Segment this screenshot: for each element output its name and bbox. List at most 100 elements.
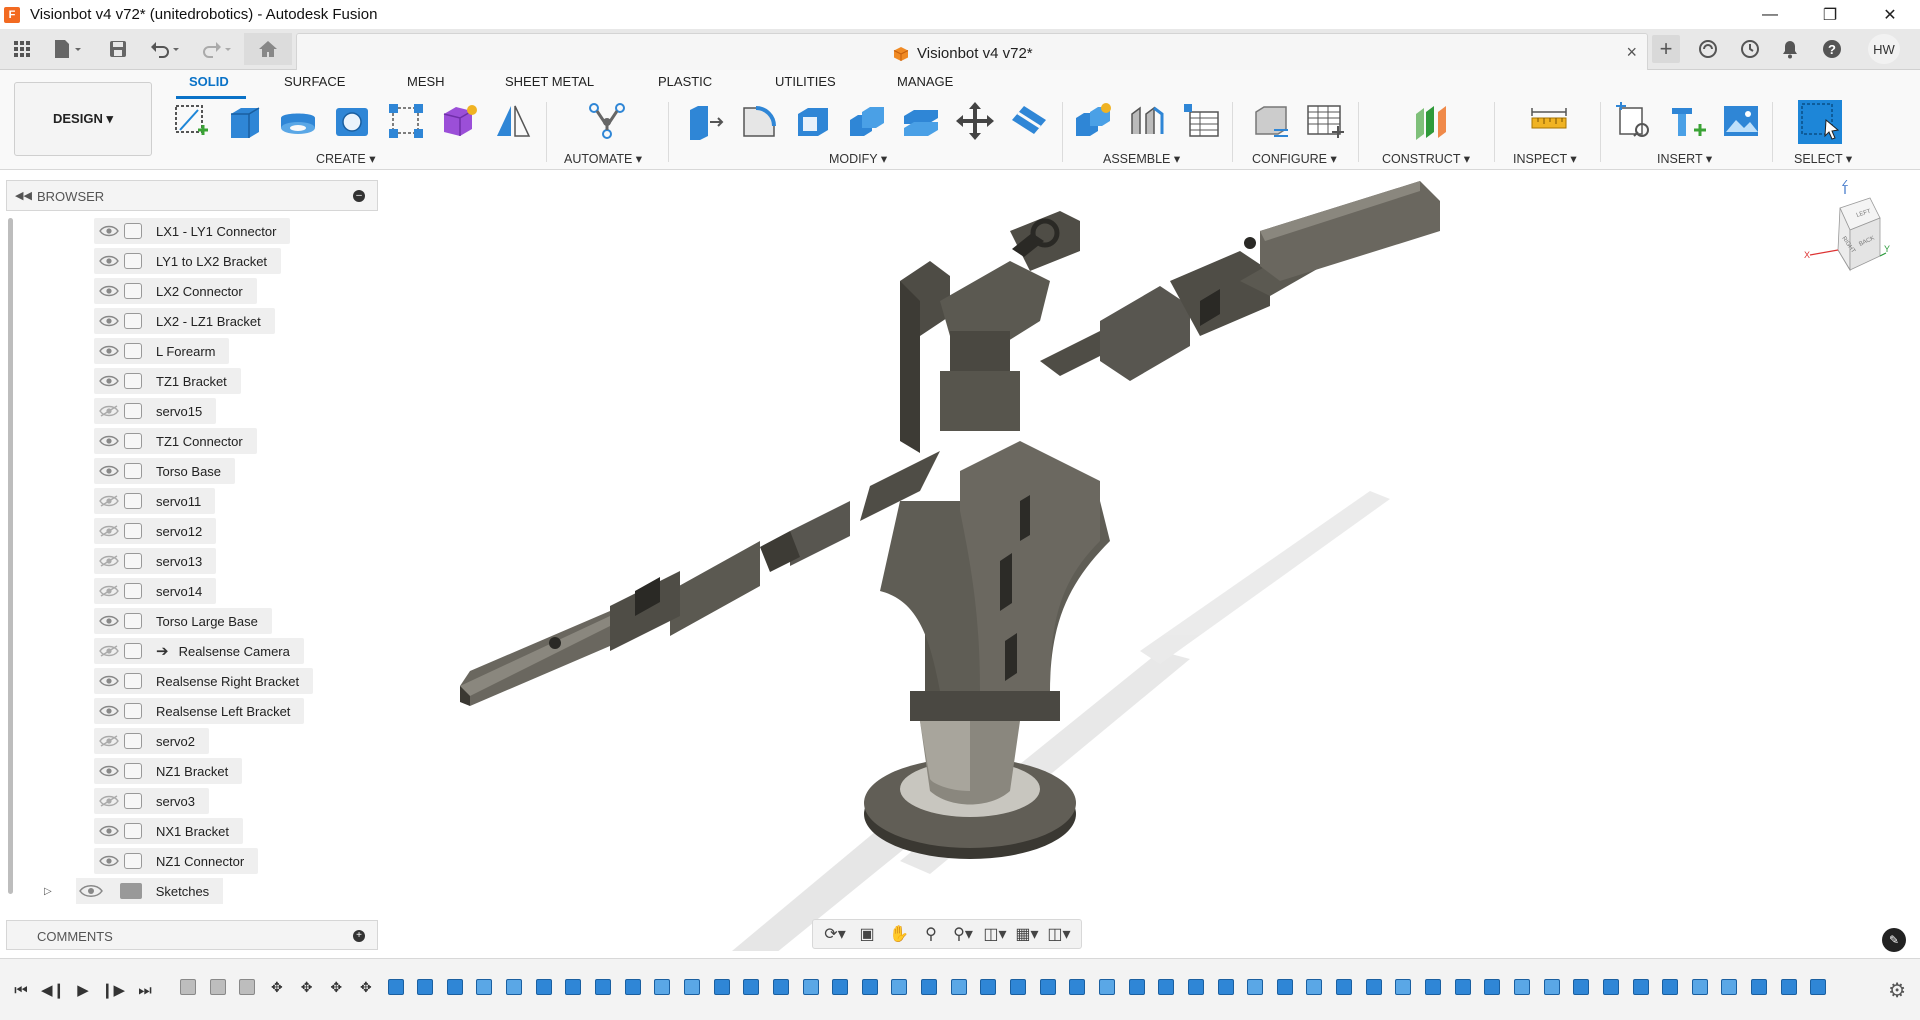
feedback-icon[interactable]: ✎: [1882, 928, 1906, 952]
eye-hidden-icon[interactable]: [94, 495, 124, 507]
user-avatar[interactable]: HW: [1868, 34, 1900, 64]
timeline-feature-icon[interactable]: [1751, 979, 1768, 995]
timeline-feature-icon[interactable]: [1484, 979, 1501, 995]
timeline-feature-icon[interactable]: [1336, 979, 1353, 995]
3d-viewport[interactable]: [380, 171, 1920, 951]
timeline-feature-icon[interactable]: [506, 979, 523, 995]
timeline-settings-icon[interactable]: ⚙: [1888, 978, 1906, 1003]
joint-icon[interactable]: [1126, 100, 1168, 142]
orbit-icon[interactable]: ⟳▾: [819, 922, 851, 946]
app-grid-icon[interactable]: [10, 37, 34, 61]
display-settings-icon[interactable]: ◫▾: [979, 922, 1011, 946]
timeline-feature-icon[interactable]: [535, 979, 552, 995]
automate-icon[interactable]: [586, 100, 628, 142]
browser-row[interactable]: LY1 to LX2 Bracket: [94, 248, 282, 274]
timeline-feature-icon[interactable]: [1010, 979, 1026, 995]
automate-group-label[interactable]: AUTOMATE ▾: [564, 151, 642, 166]
shell-icon[interactable]: [792, 100, 834, 142]
timeline-feature-icon[interactable]: [683, 979, 700, 995]
rectangular-pattern-icon[interactable]: [385, 100, 427, 142]
timeline-feature-icon[interactable]: [209, 979, 226, 995]
browser-row[interactable]: Torso Large Base: [94, 608, 272, 634]
go-to-end-icon[interactable]: ⏭: [134, 979, 156, 1001]
eye-icon[interactable]: [94, 285, 124, 297]
eye-hidden-icon[interactable]: [94, 555, 124, 567]
tab-manage[interactable]: MANAGE: [897, 74, 953, 89]
timeline-feature-icon[interactable]: [1721, 979, 1738, 995]
browser-row[interactable]: Realsense Right Bracket: [94, 668, 314, 694]
timeline-feature-icon[interactable]: [1217, 979, 1234, 995]
timeline-feature-icon[interactable]: [387, 979, 404, 995]
tab-sheet-metal[interactable]: SHEET METAL: [505, 74, 594, 89]
extrude-icon[interactable]: [223, 100, 265, 142]
browser-row[interactable]: L Forearm: [94, 338, 230, 364]
comments-panel[interactable]: COMMENTS +: [6, 920, 378, 950]
browser-row[interactable]: Realsense Left Bracket: [94, 698, 305, 724]
zoom-icon[interactable]: ⚲: [915, 922, 947, 946]
select-group-label[interactable]: SELECT ▾: [1794, 151, 1852, 166]
browser-row[interactable]: servo11: [94, 488, 216, 514]
insert-mcmaster-icon[interactable]: [1666, 100, 1708, 142]
timeline-feature-icon[interactable]: [1069, 979, 1086, 995]
insert-canvas-icon[interactable]: [1720, 100, 1762, 142]
configure-icon[interactable]: [1250, 100, 1292, 142]
close-icon[interactable]: ✕: [1860, 0, 1920, 29]
eye-hidden-icon[interactable]: [94, 525, 124, 537]
timeline-feature-icon[interactable]: [446, 979, 463, 995]
timeline-feature-icon[interactable]: [1187, 979, 1204, 995]
home-icon[interactable]: [244, 33, 292, 65]
document-tab[interactable]: Visionbot v4 v72* ×: [296, 33, 1648, 70]
browser-header[interactable]: ◀◀ BROWSER –: [6, 180, 378, 211]
collapse-browser-icon[interactable]: ◀◀: [15, 189, 32, 202]
timeline-feature-icon[interactable]: [1780, 979, 1797, 995]
close-tab-icon[interactable]: ×: [1626, 42, 1637, 63]
timeline-feature-icon[interactable]: [565, 979, 582, 995]
timeline-feature-icon[interactable]: [980, 979, 997, 995]
timeline-feature-icon[interactable]: [1395, 979, 1412, 995]
eye-icon[interactable]: [94, 675, 124, 687]
tab-utilities[interactable]: UTILITIES: [775, 74, 836, 89]
timeline-feature-icon[interactable]: [1276, 979, 1293, 995]
timeline-feature-icon[interactable]: [624, 979, 641, 995]
timeline-feature-icon[interactable]: [476, 979, 493, 995]
eye-icon[interactable]: [94, 255, 124, 267]
timeline-feature-icon[interactable]: [180, 979, 196, 995]
eye-icon[interactable]: [76, 884, 106, 898]
browser-scrollbar[interactable]: [8, 218, 13, 894]
timeline-feature-icon[interactable]: [1425, 979, 1441, 995]
eye-icon[interactable]: [94, 315, 124, 327]
minimize-icon[interactable]: —: [1740, 0, 1800, 29]
restore-icon[interactable]: ❐: [1800, 0, 1860, 29]
workspace-switcher[interactable]: DESIGN ▾: [14, 82, 152, 156]
press-pull-icon[interactable]: [684, 100, 726, 142]
browser-row[interactable]: servo13: [94, 548, 217, 574]
timeline-feature-icon[interactable]: [921, 979, 938, 995]
viewports-icon[interactable]: ◫▾: [1043, 922, 1075, 946]
grid-icon[interactable]: ▦▾: [1011, 922, 1043, 946]
add-comment-icon[interactable]: +: [353, 930, 365, 942]
eye-icon[interactable]: [94, 345, 124, 357]
move-icon[interactable]: [954, 100, 996, 142]
tab-solid[interactable]: SOLID: [189, 74, 229, 89]
eye-icon[interactable]: [94, 705, 124, 717]
timeline-feature-icon[interactable]: [1128, 979, 1145, 995]
play-icon[interactable]: ▶: [72, 979, 94, 1001]
browser-folder-sketches[interactable]: ▷ Sketches: [44, 878, 224, 904]
timeline-feature-icon[interactable]: [417, 979, 434, 995]
browser-row[interactable]: TZ1 Bracket: [94, 368, 241, 394]
timeline-feature-icon[interactable]: [832, 979, 849, 995]
insert-group-label[interactable]: INSERT ▾: [1657, 151, 1712, 166]
timeline-feature-icon[interactable]: [950, 979, 967, 995]
mirror-icon[interactable]: [492, 100, 534, 142]
tab-plastic[interactable]: PLASTIC: [658, 74, 712, 89]
browser-row[interactable]: servo15: [94, 398, 217, 424]
timeline-feature-icon[interactable]: [891, 979, 908, 995]
timeline-feature-icon[interactable]: [595, 979, 611, 995]
assemble-group-label[interactable]: ASSEMBLE ▾: [1103, 151, 1180, 166]
browser-row[interactable]: servo14: [94, 578, 217, 604]
eye-icon[interactable]: [94, 765, 124, 777]
timeline-feature-icon[interactable]: [1691, 979, 1708, 995]
browser-row[interactable]: NZ1 Bracket: [94, 758, 243, 784]
eye-icon[interactable]: [94, 225, 124, 237]
timeline-feature-icon[interactable]: [239, 979, 256, 995]
